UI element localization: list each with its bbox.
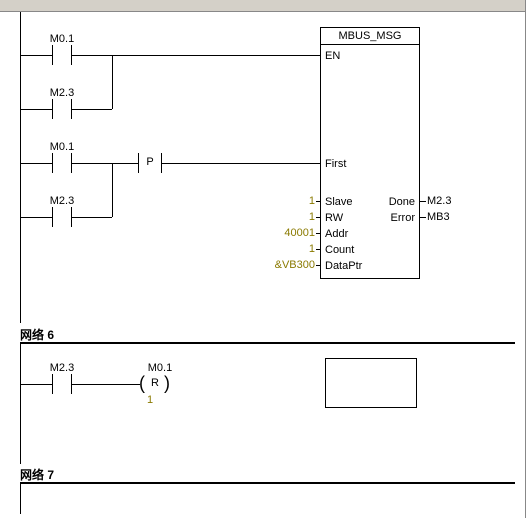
port-dataptr: DataPtr [325, 260, 362, 272]
contact-label: M2.3 [42, 87, 82, 99]
tick [316, 217, 320, 218]
input-count-value: 1 [260, 243, 315, 255]
power-rail-6 [20, 344, 21, 464]
contact-m0.1-b[interactable] [42, 153, 82, 173]
contact-m0.1[interactable] [42, 45, 82, 65]
tick [316, 265, 320, 266]
coil-type: R [151, 377, 159, 389]
contact-label-6: M2.3 [42, 362, 82, 374]
port-en: EN [325, 50, 340, 62]
wire [20, 163, 42, 164]
port-addr: Addr [325, 228, 348, 240]
wire [168, 163, 320, 164]
p-box-label: P [132, 156, 168, 168]
wire [82, 217, 112, 218]
network-7-title: 网络 7 [20, 466, 54, 483]
network-6-underline [20, 342, 515, 344]
contact-label: M0.1 [42, 141, 82, 153]
wire [20, 55, 42, 56]
port-done: Done [389, 196, 415, 208]
wire [112, 163, 113, 217]
frame-right [525, 0, 526, 518]
wire [132, 384, 140, 385]
coil-value: 1 [140, 394, 160, 406]
wire [82, 163, 132, 164]
block-title: MBUS_MSG [321, 30, 419, 42]
positive-edge-box[interactable]: P [132, 153, 168, 173]
tick [316, 233, 320, 234]
output-error-value: MB3 [427, 211, 450, 223]
contact-m2.3[interactable] [42, 99, 82, 119]
input-rw-value: 1 [260, 211, 315, 223]
wire [20, 109, 42, 110]
tick [316, 201, 320, 202]
power-rail [20, 12, 21, 323]
port-count: Count [325, 244, 354, 256]
input-slave-value: 1 [260, 195, 315, 207]
wire [82, 55, 320, 56]
wire [112, 55, 113, 109]
contact-label: M2.3 [42, 195, 82, 207]
network-7-underline [20, 482, 515, 484]
port-slave: Slave [325, 196, 353, 208]
output-done-value: M2.3 [427, 195, 451, 207]
input-dataptr-value: &VB300 [260, 259, 315, 271]
wire [82, 109, 112, 110]
paren-left: ( [139, 374, 145, 392]
wire [20, 217, 42, 218]
tick [420, 217, 426, 218]
block-title-separator [321, 44, 419, 45]
network-6-title: 网络 6 [20, 326, 54, 343]
contact-m2.3-b[interactable] [42, 207, 82, 227]
port-rw: RW [325, 212, 343, 224]
tick [316, 249, 320, 250]
coil-label: M0.1 [140, 362, 180, 374]
input-addr-value: 40001 [260, 227, 315, 239]
wire [20, 384, 42, 385]
mbus-msg-block[interactable]: MBUS_MSG EN First Slave RW Addr Count Da… [320, 27, 420, 279]
top-toolbar [0, 0, 525, 12]
diagram-canvas: MBUS_MSG EN First Slave RW Addr Count Da… [0, 0, 529, 518]
power-rail-7 [20, 484, 21, 514]
contact-label: M0.1 [42, 33, 82, 45]
paren-right: ) [164, 374, 170, 392]
contact-m2.3-n6[interactable] [42, 374, 82, 394]
wire [82, 384, 132, 385]
port-first: First [325, 158, 346, 170]
empty-box[interactable] [325, 358, 417, 408]
port-error: Error [391, 212, 415, 224]
tick [420, 201, 426, 202]
